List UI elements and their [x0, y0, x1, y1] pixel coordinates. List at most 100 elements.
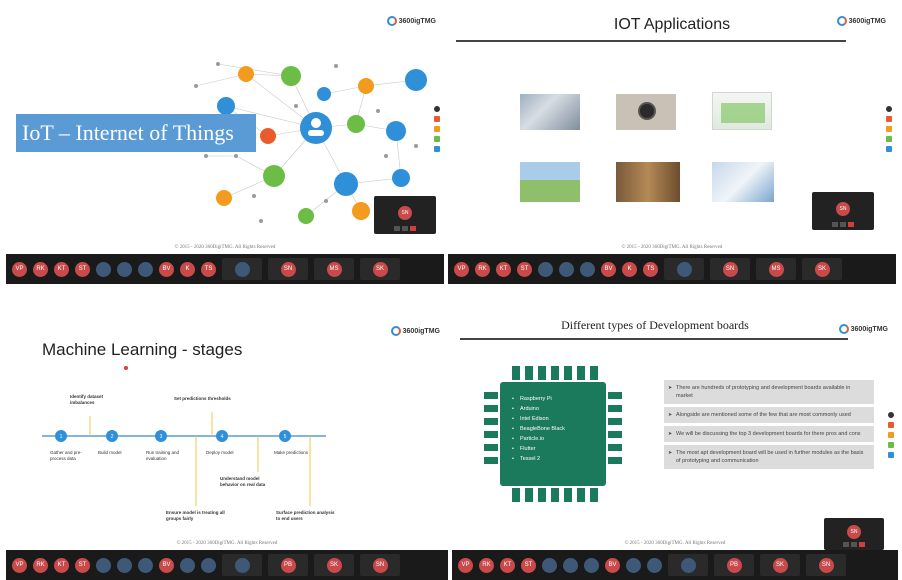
participant-tile[interactable]: [668, 554, 708, 576]
pen-tool-icon[interactable]: [888, 412, 894, 418]
self-avatar: SN: [836, 202, 850, 217]
participant-avatar[interactable]: VP: [12, 557, 27, 573]
camera-icon[interactable]: [840, 222, 846, 227]
participant-avatar[interactable]: ST: [521, 557, 536, 573]
video-controls[interactable]: [832, 222, 854, 227]
self-video-tile[interactable]: SN: [374, 196, 436, 234]
participant-tile[interactable]: MS: [756, 258, 796, 280]
application-image-smartwatch: [616, 94, 676, 130]
pen-tool-icon[interactable]: [886, 106, 892, 112]
participant-avatar[interactable]: [96, 261, 111, 277]
participant-tile[interactable]: [222, 258, 262, 280]
participant-avatar[interactable]: [96, 557, 111, 573]
participant-avatar[interactable]: [138, 557, 153, 573]
mic-icon[interactable]: [394, 226, 400, 231]
participant-tile[interactable]: PB: [714, 554, 754, 576]
annotation-toolbar[interactable]: [432, 106, 442, 152]
color-swatch-icon[interactable]: [886, 116, 892, 122]
participant-avatar[interactable]: ST: [517, 261, 532, 277]
participant-avatar[interactable]: [138, 261, 153, 277]
stage-label: Surface prediction analysis to end users: [276, 510, 335, 521]
mic-icon[interactable]: [832, 222, 838, 227]
color-swatch-icon[interactable]: [886, 126, 892, 132]
participant-avatar[interactable]: [542, 557, 557, 573]
leave-icon[interactable]: [848, 222, 854, 227]
participant-avatar[interactable]: [580, 261, 595, 277]
timeline-node-number: 1: [60, 434, 63, 440]
participant-tile[interactable]: [222, 554, 262, 576]
participant-strip[interactable]: VP RK KT ST BV K TS SN MS SK: [6, 254, 444, 284]
color-swatch-icon[interactable]: [434, 136, 440, 142]
participant-tile[interactable]: [664, 258, 704, 280]
participant-avatar[interactable]: VP: [458, 557, 473, 573]
participant-avatar[interactable]: KT: [54, 557, 69, 573]
participant-avatar[interactable]: VP: [454, 261, 469, 277]
participant-tile[interactable]: SK: [760, 554, 800, 576]
color-swatch-icon[interactable]: [888, 452, 894, 458]
participant-avatar[interactable]: [117, 261, 132, 277]
participant-avatar[interactable]: RK: [33, 261, 48, 277]
participant-avatar: SN: [818, 557, 834, 573]
participant-avatar[interactable]: K: [622, 261, 637, 277]
participant-avatar[interactable]: ST: [75, 557, 90, 573]
annotation-toolbar[interactable]: [884, 106, 894, 152]
participant-avatar[interactable]: ST: [75, 261, 90, 277]
participant-avatar[interactable]: KT: [54, 261, 69, 277]
participant-avatar: SK: [772, 557, 788, 573]
participant-tile[interactable]: SN: [268, 258, 308, 280]
participant-avatar[interactable]: [180, 557, 195, 573]
color-swatch-icon[interactable]: [888, 432, 894, 438]
participant-tile[interactable]: SN: [360, 554, 400, 576]
participant-avatar[interactable]: KT: [496, 261, 511, 277]
participant-avatar[interactable]: TS: [643, 261, 658, 277]
color-swatch-icon[interactable]: [434, 126, 440, 132]
timeline-node-number: 4: [221, 434, 224, 440]
participant-avatar[interactable]: [117, 557, 132, 573]
brand-logo-label: 3600igTMG: [850, 325, 888, 333]
participant-avatar: [676, 261, 692, 277]
self-video-tile[interactable]: SN: [812, 192, 874, 230]
participant-avatar[interactable]: BV: [159, 261, 174, 277]
participant-avatar[interactable]: VP: [12, 261, 27, 277]
color-swatch-icon[interactable]: [886, 136, 892, 142]
participant-avatar[interactable]: RK: [479, 557, 494, 573]
participant-avatar[interactable]: [626, 557, 641, 573]
participant-avatar[interactable]: TS: [201, 261, 216, 277]
participant-avatar[interactable]: KT: [500, 557, 515, 573]
color-swatch-icon[interactable]: [888, 442, 894, 448]
participant-strip[interactable]: VP RK KT ST BV PB SK SN: [6, 550, 448, 580]
participant-avatar[interactable]: BV: [605, 557, 620, 573]
house-diagram-icon: [721, 103, 765, 123]
participant-avatar[interactable]: [201, 557, 216, 573]
participant-avatar[interactable]: [563, 557, 578, 573]
leave-icon[interactable]: [410, 226, 416, 231]
pen-tool-icon[interactable]: [434, 106, 440, 112]
participant-avatar[interactable]: [647, 557, 662, 573]
participant-tile[interactable]: SK: [802, 258, 842, 280]
color-swatch-icon[interactable]: [434, 116, 440, 122]
participant-tile[interactable]: SK: [314, 554, 354, 576]
color-swatch-icon[interactable]: [434, 146, 440, 152]
participant-strip[interactable]: VP RK KT ST BV PB SK SN: [452, 550, 898, 580]
participant-avatar[interactable]: [584, 557, 599, 573]
participant-tile[interactable]: SN: [806, 554, 846, 576]
annotation-toolbar[interactable]: [886, 412, 896, 458]
participant-avatar[interactable]: BV: [159, 557, 174, 573]
participant-strip[interactable]: VP RK KT ST BV K TS SN MS SK: [448, 254, 896, 284]
participant-avatar: SK: [814, 261, 830, 277]
participant-tile[interactable]: SK: [360, 258, 400, 280]
participant-avatar[interactable]: RK: [475, 261, 490, 277]
participant-tile[interactable]: SN: [710, 258, 750, 280]
participant-tile[interactable]: PB: [268, 554, 308, 576]
participant-avatar[interactable]: [538, 261, 553, 277]
participant-avatar[interactable]: BV: [601, 261, 616, 277]
video-controls[interactable]: [394, 226, 416, 231]
board-item: Flutter: [512, 444, 606, 454]
color-swatch-icon[interactable]: [888, 422, 894, 428]
camera-icon[interactable]: [402, 226, 408, 231]
participant-avatar[interactable]: K: [180, 261, 195, 277]
participant-avatar[interactable]: [559, 261, 574, 277]
participant-tile[interactable]: MS: [314, 258, 354, 280]
color-swatch-icon[interactable]: [886, 146, 892, 152]
participant-avatar[interactable]: RK: [33, 557, 48, 573]
